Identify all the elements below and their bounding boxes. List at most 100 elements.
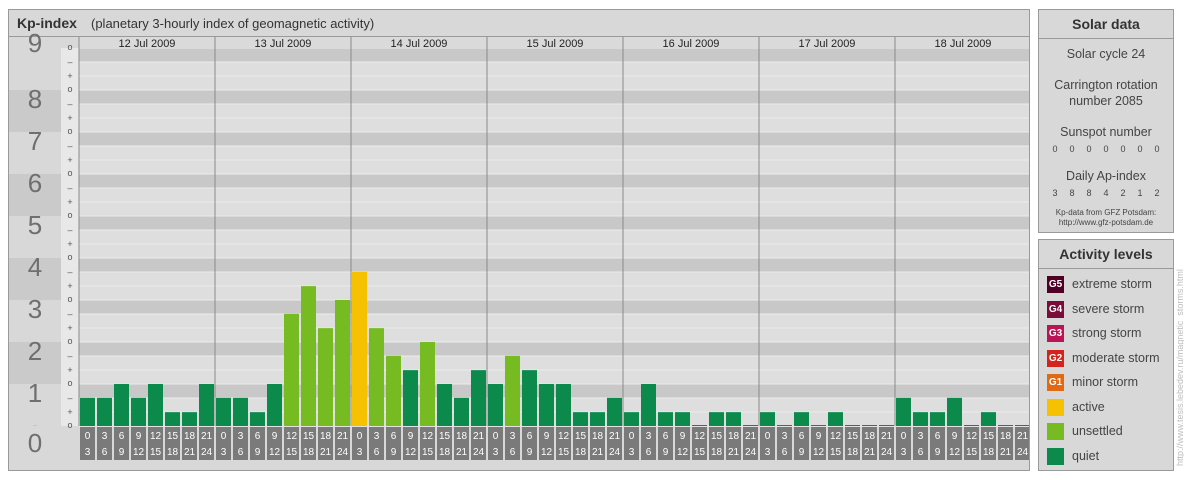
- interval-start: 21: [881, 431, 893, 442]
- ap-value: 2: [1120, 188, 1126, 198]
- subtick-minus: –: [67, 99, 72, 109]
- kp-bar: [828, 412, 843, 426]
- interval-end: 21: [320, 447, 332, 458]
- legend-swatch: G2: [1047, 349, 1064, 367]
- kp-bar: [573, 412, 588, 426]
- interval-end: 3: [901, 447, 907, 458]
- kp-bar: [284, 313, 299, 426]
- kp-tick-label: 1: [28, 378, 42, 408]
- subtick-o: o: [67, 126, 72, 136]
- subtick-o: o: [67, 336, 72, 346]
- interval-end: 3: [221, 447, 227, 458]
- interval-end: 12: [405, 447, 417, 458]
- interval-end: 21: [728, 447, 740, 458]
- kp-bar: [947, 397, 962, 426]
- kp-bar: [896, 397, 911, 426]
- ap-index-label: Daily Ap-index: [1066, 169, 1146, 183]
- legend-label: unsettled: [1072, 424, 1123, 438]
- interval-end: 12: [949, 447, 961, 458]
- source-watermark[interactable]: http://www.tesis.lebedev.ru/magnetic_sto…: [1175, 269, 1184, 466]
- interval-end: 12: [677, 447, 689, 458]
- kp-bar: [624, 412, 639, 426]
- subtick-plus: +: [67, 155, 72, 165]
- kp-band-o: [79, 132, 1029, 146]
- interval-start: 9: [952, 431, 958, 442]
- interval-start: 3: [102, 431, 108, 442]
- day-label: 18 Jul 2009: [935, 38, 992, 50]
- interval-end: 15: [422, 447, 434, 458]
- interval-start: 3: [238, 431, 244, 442]
- interval-start: 12: [150, 431, 162, 442]
- credit-link[interactable]: http://www.gfz-potsdam.de: [1039, 218, 1173, 228]
- kp-bar: [913, 412, 928, 426]
- carrington-line-1: Carrington rotation: [1054, 78, 1158, 92]
- subtick-plus: +: [67, 407, 72, 417]
- legend-swatch: G1: [1047, 374, 1064, 391]
- legend-label: minor storm: [1072, 375, 1138, 389]
- interval-end: 3: [493, 447, 499, 458]
- interval-end: 24: [609, 447, 621, 458]
- subtick-minus: –: [67, 183, 72, 193]
- subtick-plus: +: [67, 71, 72, 81]
- interval-end: 15: [966, 447, 978, 458]
- kp-tick-label-zero: 0: [28, 428, 42, 458]
- interval-end: 15: [150, 447, 162, 458]
- interval-end: 24: [1017, 447, 1029, 458]
- kp-tick-label: 4: [28, 252, 42, 282]
- kp-bar: [335, 300, 350, 426]
- kp-bar: [250, 412, 265, 426]
- legend-swatch: [1047, 423, 1064, 440]
- interval-start: 6: [255, 431, 261, 442]
- activity-panel-title: Activity levels: [1039, 240, 1173, 269]
- interval-end: 6: [238, 447, 244, 458]
- kp-bar: [743, 425, 758, 426]
- interval-end: 3: [765, 447, 771, 458]
- kp-tick-label: 9: [28, 28, 42, 58]
- interval-end: 21: [592, 447, 604, 458]
- kp-band-o: [79, 216, 1029, 230]
- interval-end: 9: [255, 447, 261, 458]
- interval-end: 9: [799, 447, 805, 458]
- interval-start: 9: [136, 431, 142, 442]
- kp-chart: 0123456789o+–o+–o+–o+–o+–o+–o+–o+–o+–o12…: [9, 28, 1029, 470]
- ap-value: 8: [1069, 188, 1075, 198]
- interval-end: 6: [782, 447, 788, 458]
- subtick-o: o: [67, 420, 72, 430]
- interval-start: 6: [527, 431, 533, 442]
- interval-end: 21: [864, 447, 876, 458]
- interval-end: 6: [102, 447, 108, 458]
- interval-end: 18: [847, 447, 859, 458]
- ap-value: 2: [1154, 188, 1160, 198]
- interval-end: 12: [541, 447, 553, 458]
- interval-end: 24: [745, 447, 757, 458]
- interval-end: 18: [439, 447, 451, 458]
- subtick-plus: +: [67, 239, 72, 249]
- interval-start: 6: [799, 431, 805, 442]
- interval-start: 3: [782, 431, 788, 442]
- sunspot-value: 0: [1137, 144, 1143, 154]
- kp-bar: [233, 397, 248, 426]
- interval-start: 15: [303, 431, 315, 442]
- interval-start: 21: [201, 431, 213, 442]
- kp-bar: [199, 384, 214, 426]
- interval-start: 0: [493, 431, 499, 442]
- kp-tick-label: 7: [28, 126, 42, 156]
- interval-start: 9: [544, 431, 550, 442]
- kp-bar: [488, 384, 503, 426]
- kp-bar: [556, 384, 571, 426]
- kp-band-o: [79, 300, 1029, 314]
- interval-start: 15: [711, 431, 723, 442]
- kp-bar: [165, 412, 180, 426]
- kp-bar: [352, 271, 367, 426]
- solar-panel-title: Solar data: [1039, 10, 1173, 39]
- kp-bar: [454, 397, 469, 426]
- interval-start: 21: [473, 431, 485, 442]
- kp-bar: [930, 412, 945, 426]
- interval-end: 9: [527, 447, 533, 458]
- interval-end: 9: [935, 447, 941, 458]
- kp-bar: [777, 425, 792, 426]
- interval-end: 12: [813, 447, 825, 458]
- kp-band-o: [79, 174, 1029, 188]
- kp-bar: [607, 397, 622, 426]
- kp-tick-label: 5: [28, 210, 42, 240]
